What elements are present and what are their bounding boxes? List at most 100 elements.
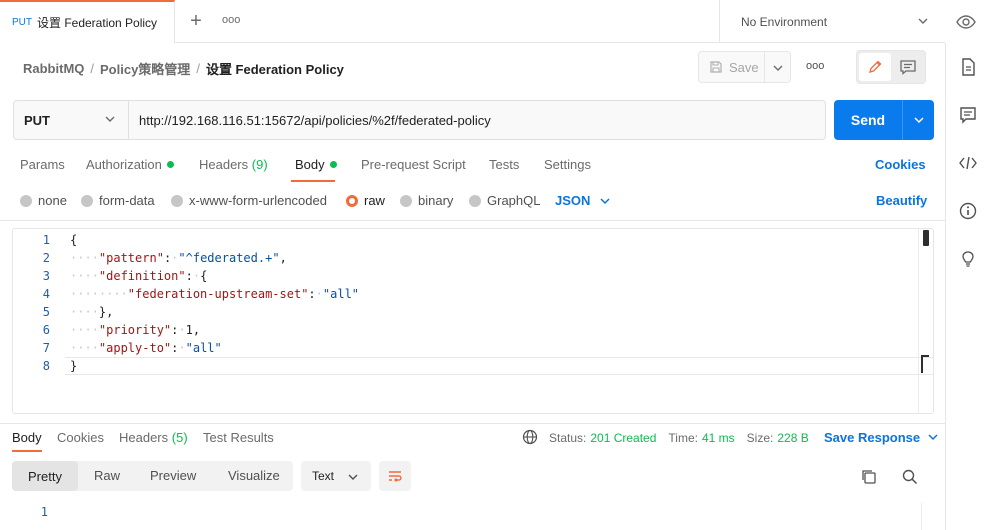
tab-body[interactable]: Body [295, 157, 337, 172]
code-string: "^federated.+" [178, 251, 280, 265]
tab-headers[interactable]: Headers (9) [199, 157, 268, 172]
code-icon[interactable] [958, 153, 978, 173]
chevron-down-icon [928, 434, 938, 441]
chevron-down-icon[interactable] [599, 196, 611, 206]
editor-scrollbar[interactable] [923, 230, 929, 246]
send-button[interactable]: Send [834, 100, 902, 140]
view-raw-button[interactable]: Raw [94, 468, 120, 483]
size-label: Size: [746, 431, 774, 445]
chevron-down-icon[interactable] [917, 16, 929, 26]
tab-headers-label: Headers [199, 157, 249, 172]
breadcrumb-folder[interactable]: Policy策略管理 [100, 59, 190, 78]
breadcrumb: RabbitMQ / Policy策略管理 / 设置 Federation Po… [23, 59, 344, 78]
current-line-highlight [65, 357, 933, 375]
divider [0, 220, 945, 221]
code-line: } [70, 359, 77, 373]
tab-authorization-label: Authorization [86, 157, 162, 172]
response-tab-headers[interactable]: Headers (5) [119, 430, 188, 445]
editor-scrollbar-marker [921, 355, 929, 373]
response-tab-body[interactable]: Body [12, 430, 42, 445]
view-preview-button[interactable]: Preview [150, 468, 196, 483]
response-format-select[interactable]: Text [301, 461, 371, 491]
editor-gutter-right [918, 229, 919, 413]
view-pretty-label: Pretty [28, 468, 62, 484]
status-dot [166, 161, 174, 168]
line-number: 6 [42, 323, 50, 337]
send-label: Send [850, 112, 886, 128]
response-tab-cookies[interactable]: Cookies [57, 430, 104, 445]
url-input[interactable]: http://192.168.116.51:15672/api/policies… [128, 100, 826, 140]
code-line: { [70, 233, 77, 247]
code-line: ····"pattern":·"^federated.+", [70, 251, 287, 265]
search-icon[interactable] [901, 468, 919, 486]
breadcrumb-separator: / [196, 61, 200, 76]
cookies-link[interactable]: Cookies [875, 157, 926, 172]
status-label: Status: [549, 431, 587, 445]
beautify-link[interactable]: Beautify [876, 193, 927, 208]
tab-body-label: Body [295, 157, 325, 172]
radio-label: form-data [99, 193, 155, 208]
view-visualize-button[interactable]: Visualize [228, 468, 280, 483]
tab-active-request[interactable]: PUT 设置 Federation Policy [0, 0, 175, 43]
response-scrollbar[interactable] [921, 503, 934, 530]
documentation-icon[interactable] [958, 57, 978, 77]
radio-graphql[interactable]: GraphQL [469, 193, 540, 208]
info-icon[interactable] [958, 201, 978, 221]
page-title[interactable]: 设置 Federation Policy [206, 59, 344, 78]
line-number: 4 [42, 287, 50, 301]
save-response-label: Save Response [824, 430, 921, 445]
radio-binary[interactable]: binary [400, 193, 453, 208]
environment-select[interactable]: No Environment [719, 0, 945, 43]
tab-prerequest-script[interactable]: Pre-request Script [361, 157, 466, 172]
response-tab-headers-count: (5) [171, 430, 188, 445]
documentation-mode-button[interactable] [892, 53, 924, 81]
breadcrumb-collection[interactable]: RabbitMQ [23, 61, 84, 76]
status-value[interactable]: 201 Created [590, 431, 656, 445]
globe-icon[interactable] [522, 429, 538, 445]
chevron-down-icon [105, 116, 115, 122]
wrap-lines-icon [389, 471, 402, 482]
response-tab-test-results[interactable]: Test Results [203, 430, 274, 445]
size-value[interactable]: 228 B [777, 431, 808, 445]
tab-settings[interactable]: Settings [544, 157, 591, 172]
save-button[interactable]: Save [698, 51, 764, 83]
body-format-select[interactable]: JSON [555, 193, 590, 208]
eye-icon[interactable] [956, 14, 976, 30]
wrap-lines-button[interactable] [379, 461, 411, 491]
right-sidebar [945, 43, 990, 530]
code-token: { [200, 269, 208, 283]
code-key: "definition" [98, 269, 186, 283]
code-number: 1, [185, 323, 201, 337]
divider [0, 423, 945, 424]
new-tab-button[interactable]: + [186, 11, 206, 32]
radio-form-data[interactable]: form-data [81, 193, 155, 208]
send-dropdown-button[interactable] [902, 100, 934, 140]
lightbulb-icon[interactable] [958, 249, 978, 269]
comments-icon[interactable] [958, 105, 978, 125]
save-dropdown-button[interactable] [764, 51, 791, 83]
line-number: 7 [42, 341, 50, 355]
copy-icon[interactable] [860, 468, 878, 486]
view-pretty-button[interactable]: Pretty [12, 461, 78, 491]
more-actions-button[interactable]: ooo [806, 60, 824, 72]
line-number: 3 [42, 269, 50, 283]
radio-raw[interactable]: raw [346, 193, 385, 208]
code-key: "apply-to" [98, 341, 172, 355]
time-value[interactable]: 41 ms [702, 431, 735, 445]
radio-label: raw [364, 193, 385, 208]
tab-params[interactable]: Params [20, 157, 65, 172]
code-key: "federation-upstream-set" [127, 287, 309, 301]
tab-authorization[interactable]: Authorization [86, 157, 174, 172]
radio-none[interactable]: none [20, 193, 67, 208]
tab-tests[interactable]: Tests [489, 157, 519, 172]
line-number: 2 [42, 251, 50, 265]
tab-more-button[interactable]: ooo [222, 14, 242, 30]
code-token: }, [98, 305, 114, 319]
time-label: Time: [668, 431, 698, 445]
code-line: ····"definition":·{ [70, 269, 208, 283]
code-token: { [70, 233, 78, 247]
pencil-icon [869, 60, 882, 73]
radio-urlencoded[interactable]: x-www-form-urlencoded [171, 193, 327, 208]
edit-mode-button[interactable] [859, 53, 891, 81]
save-response-button[interactable]: Save Response [824, 430, 939, 445]
